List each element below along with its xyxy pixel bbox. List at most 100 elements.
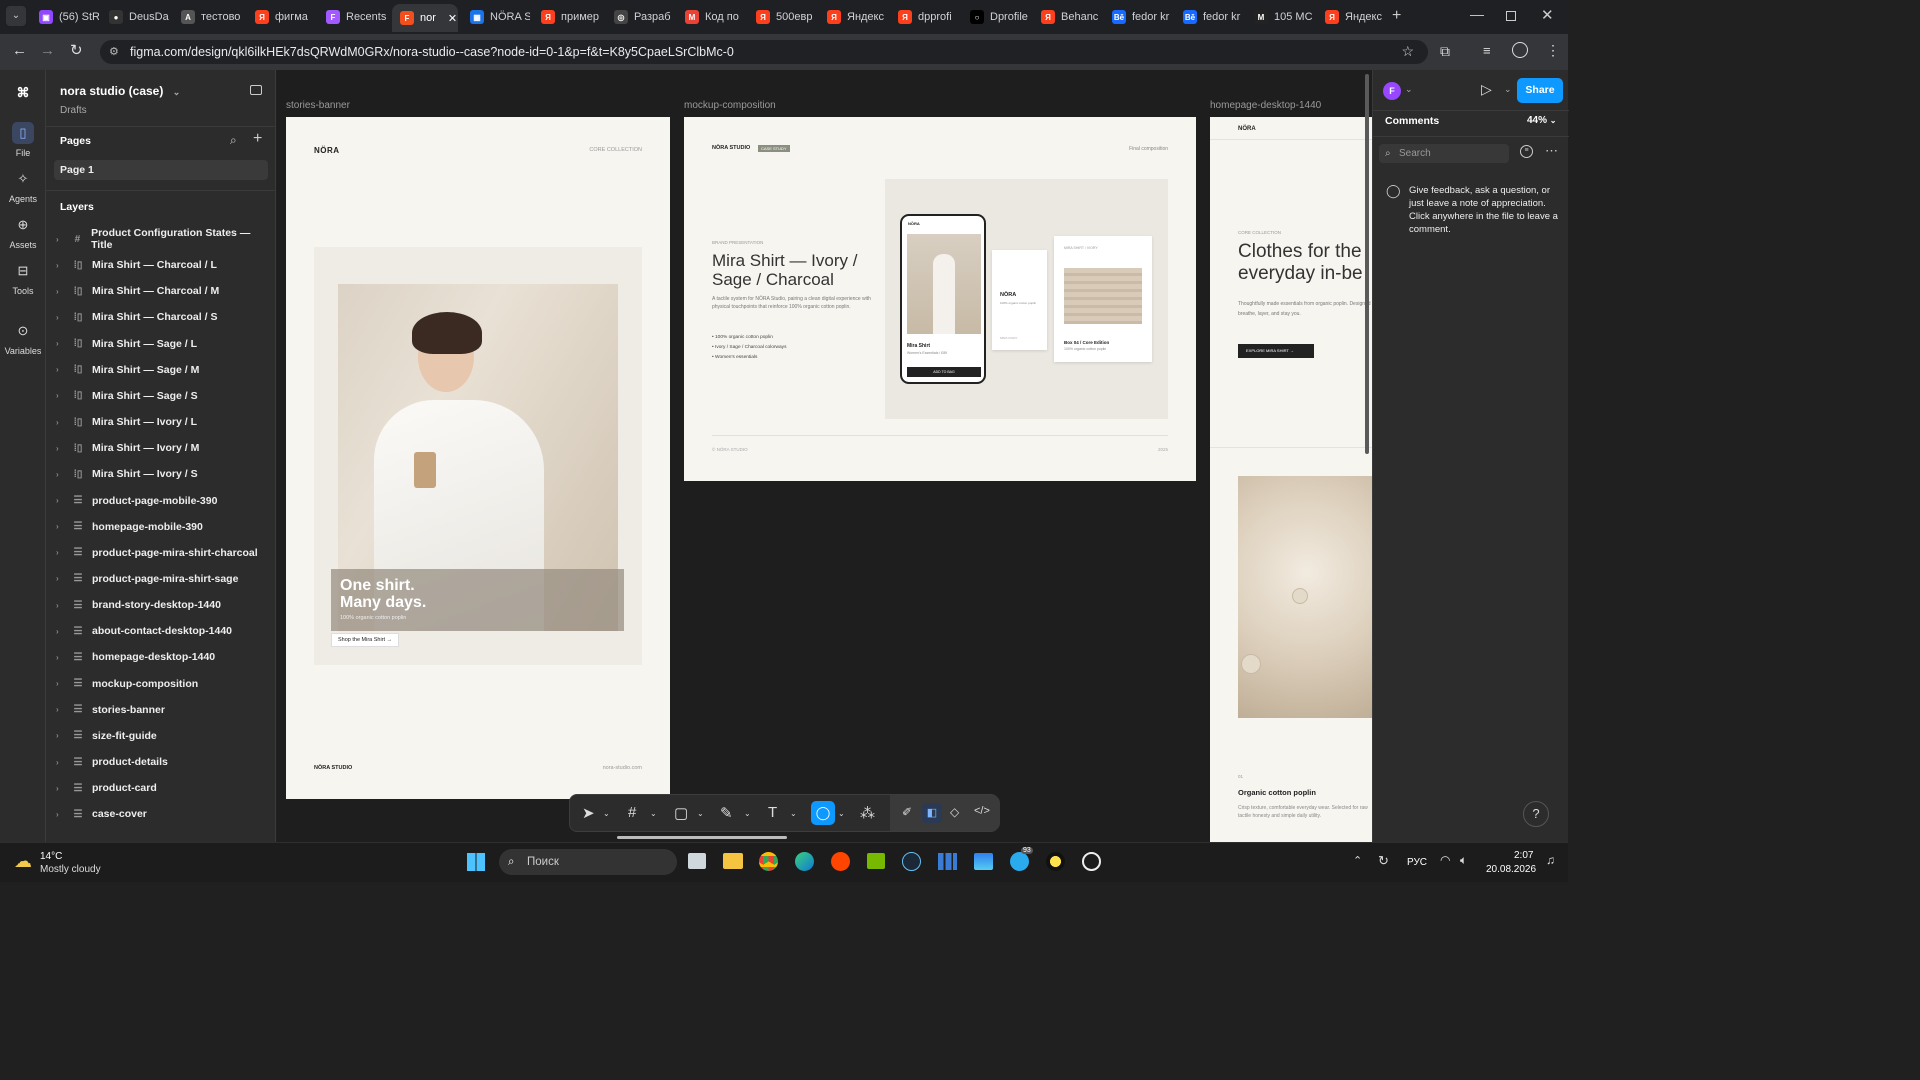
- chevron-right-icon[interactable]: ›: [56, 235, 64, 244]
- layer-row[interactable]: › ☰ about-contact-desktop-1440: [56, 621, 266, 641]
- rail-file[interactable]: ▯ File: [0, 122, 46, 158]
- chevron-right-icon[interactable]: ›: [56, 784, 64, 793]
- chevron-down-icon[interactable]: ⌄: [650, 809, 657, 818]
- bookmark-star-icon[interactable]: ☆: [1401, 43, 1414, 60]
- chevron-down-icon[interactable]: ⌄: [1405, 84, 1413, 95]
- chatgpt-icon[interactable]: [1082, 852, 1101, 871]
- browser-tab[interactable]: Яфигма: [247, 6, 315, 28]
- chevron-down-icon[interactable]: ⌄: [744, 809, 751, 818]
- move-tool-icon[interactable]: ➤: [582, 804, 595, 822]
- browser-tab[interactable]: ▣ (56) StR: [31, 6, 99, 28]
- taskbar-search[interactable]: ⌕ Поиск: [499, 849, 677, 875]
- chevron-down-icon[interactable]: ⌄: [697, 809, 704, 818]
- zoom-control[interactable]: 44% ⌄: [1527, 115, 1557, 126]
- chevron-down-icon[interactable]: ⌄: [603, 809, 610, 818]
- layer-row[interactable]: › ☰ case-cover: [56, 804, 266, 824]
- layer-row[interactable]: › ⁞▯ Mira Shirt — Ivory / M: [56, 438, 266, 458]
- tray-chevron-icon[interactable]: ⌃: [1353, 854, 1362, 867]
- browser-tab[interactable]: ▦ NÖRA S: [462, 6, 530, 28]
- pen-tool-icon[interactable]: ✎: [720, 804, 733, 822]
- layer-row[interactable]: › ⁞▯ Mira Shirt — Sage / M: [56, 360, 266, 380]
- chevron-right-icon[interactable]: ›: [56, 601, 64, 610]
- mockup-composition-frame[interactable]: NÖRA STUDIO CASE STUDY Final composition…: [684, 117, 1196, 481]
- layer-row[interactable]: › ☰ stories-banner: [56, 700, 266, 720]
- more-options-icon[interactable]: ⋯: [1545, 143, 1558, 159]
- weather-icon[interactable]: ☁: [14, 851, 32, 872]
- nvidia-icon[interactable]: [867, 853, 885, 869]
- avatar[interactable]: F: [1383, 82, 1401, 100]
- browser-tab[interactable]: ○ Dprofile: [962, 6, 1030, 28]
- panel-toggle-icon[interactable]: [250, 85, 262, 95]
- chevron-right-icon[interactable]: ›: [56, 522, 64, 531]
- site-info-icon[interactable]: ⚙: [109, 45, 119, 58]
- rail-variables[interactable]: ⊙ Variables: [0, 320, 46, 356]
- toolbar-handle[interactable]: [617, 836, 787, 839]
- chevron-right-icon[interactable]: ›: [56, 496, 64, 505]
- browser-tab[interactable]: Я Яндекс: [819, 6, 887, 28]
- browser-tab[interactable]: Bē fedor kr: [1104, 6, 1172, 28]
- chevron-right-icon[interactable]: ›: [56, 810, 64, 819]
- chevron-right-icon[interactable]: ›: [56, 261, 64, 270]
- layer-row[interactable]: › ☰ product-page-mira-shirt-charcoal: [56, 543, 266, 563]
- weather-temp[interactable]: 14°C: [40, 851, 62, 862]
- clock-time[interactable]: 2:07: [1514, 850, 1533, 861]
- search-pages-icon[interactable]: ⌕: [230, 133, 237, 148]
- new-tab-button[interactable]: +: [1392, 7, 1401, 25]
- reddit-icon[interactable]: [831, 852, 850, 871]
- chevron-right-icon[interactable]: ›: [56, 627, 64, 636]
- layer-row[interactable]: › ⁞▯ Mira Shirt — Sage / L: [56, 334, 266, 354]
- homepage-desktop-frame[interactable]: NÖRA CORE COLLECTION Clothes for the eve…: [1210, 117, 1372, 842]
- address-bar[interactable]: ⚙ figma.com/design/qkl6ilkHEk7dsQRWdM0GR…: [100, 40, 1428, 64]
- share-button[interactable]: Share: [1517, 78, 1563, 103]
- close-tab-icon[interactable]: ✕: [448, 12, 457, 25]
- sun-app-icon[interactable]: [1046, 852, 1065, 871]
- chevron-right-icon[interactable]: ›: [56, 287, 64, 296]
- windows-start-icon[interactable]: [467, 853, 485, 871]
- figma-menu-button[interactable]: ⌘: [0, 82, 46, 108]
- browser-tab[interactable]: ◎ Разраб: [606, 6, 674, 28]
- volume-icon[interactable]: 🔈︎: [1460, 853, 1467, 868]
- task-view-icon[interactable]: [688, 853, 706, 869]
- browser-tab[interactable]: F Recents: [318, 6, 386, 28]
- help-button[interactable]: ?: [1523, 801, 1549, 827]
- browser-tab[interactable]: ● DeusDa: [101, 6, 169, 28]
- back-icon[interactable]: ←: [12, 42, 27, 59]
- file-name[interactable]: nora studio (case) ⌄: [60, 84, 180, 98]
- browser-tab[interactable]: Я 500евр: [748, 6, 816, 28]
- canvas-scrollbar[interactable]: [1365, 74, 1369, 454]
- layer-row[interactable]: › ⁞▯ Mira Shirt — Ivory / S: [56, 464, 266, 484]
- frame-label-mockup[interactable]: mockup-composition: [684, 100, 776, 111]
- actions-icon[interactable]: ⁂: [860, 804, 875, 822]
- language-indicator[interactable]: РУС: [1407, 857, 1427, 868]
- file-explorer-icon[interactable]: [723, 853, 743, 869]
- layer-row[interactable]: › ☰ mockup-composition: [56, 674, 266, 694]
- layer-row[interactable]: › ☰ brand-story-desktop-1440: [56, 595, 266, 615]
- layer-row[interactable]: › ⁞▯ Mira Shirt — Ivory / L: [56, 412, 266, 432]
- close-window-button[interactable]: ✕: [1541, 6, 1554, 24]
- frame-label-stories[interactable]: stories-banner: [286, 100, 350, 111]
- chevron-down-icon[interactable]: ⌄: [1504, 84, 1512, 95]
- clock-date[interactable]: 20.08.2026: [1486, 864, 1536, 875]
- layer-row[interactable]: › ⁞▯ Mira Shirt — Sage / S: [56, 386, 266, 406]
- draw-mode-icon[interactable]: ✐: [902, 805, 912, 819]
- profile-icon[interactable]: [1512, 42, 1528, 58]
- add-page-icon[interactable]: +: [253, 130, 262, 148]
- frame-label-homepage[interactable]: homepage-desktop-1440: [1210, 100, 1321, 111]
- browser-tab[interactable]: Я Behanc: [1033, 6, 1101, 28]
- layer-row[interactable]: › # Product Configuration States — Title: [56, 227, 266, 251]
- layer-row[interactable]: › ⁞▯ Mira Shirt — Charcoal / L: [56, 255, 266, 275]
- chevron-right-icon[interactable]: ›: [56, 548, 64, 557]
- browser-tab[interactable]: Япример: [533, 6, 601, 28]
- chevron-right-icon[interactable]: ›: [56, 418, 64, 427]
- layer-row[interactable]: › ☰ size-fit-guide: [56, 726, 266, 746]
- reload-icon[interactable]: ↻: [70, 41, 83, 59]
- photos-icon[interactable]: [974, 853, 993, 870]
- chevron-right-icon[interactable]: ›: [56, 705, 64, 714]
- layer-row[interactable]: › ☰ product-page-mira-shirt-sage: [56, 569, 266, 589]
- rail-agents[interactable]: ✧ Agents: [0, 168, 46, 204]
- edge-icon[interactable]: [795, 852, 814, 871]
- prototype-mode-icon[interactable]: ◇: [950, 805, 959, 819]
- browser-tab[interactable]: Яdpprofi: [890, 6, 958, 28]
- stories-banner-frame[interactable]: NÖRA CORE COLLECTION One shirt. Many day…: [286, 117, 670, 799]
- maximize-button[interactable]: [1506, 11, 1516, 21]
